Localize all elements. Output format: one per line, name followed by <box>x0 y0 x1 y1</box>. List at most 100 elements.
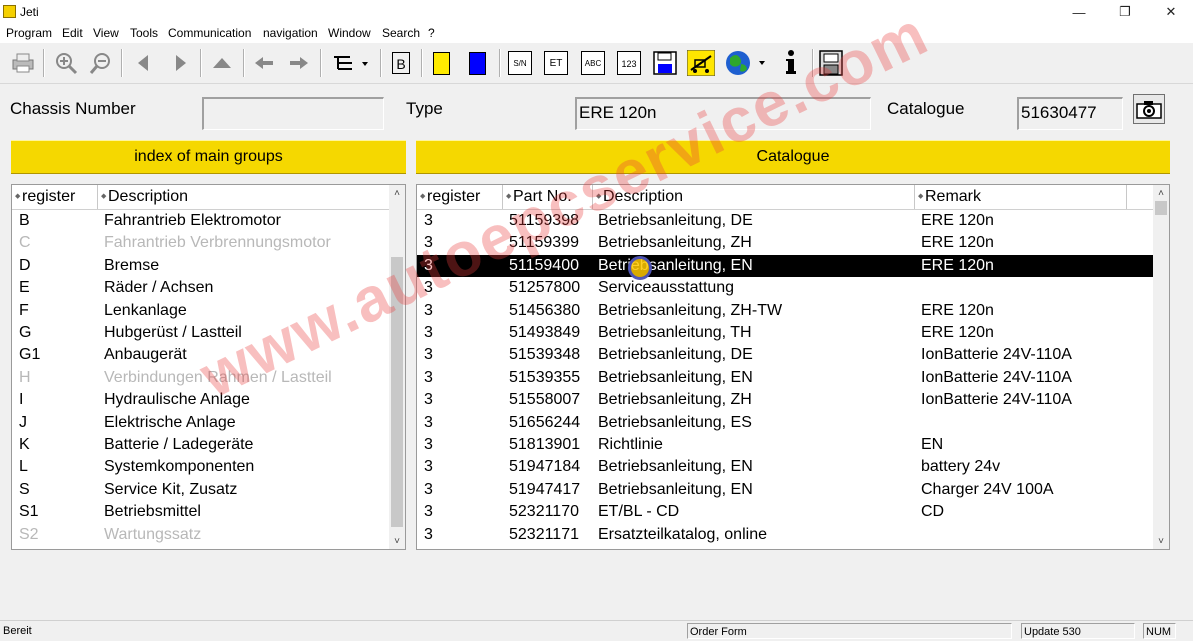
row-register: H <box>19 368 31 386</box>
catalogue-row[interactable]: 3 51159399 Betriebsanleitung, ZH ERE 120n <box>417 232 1153 254</box>
chassis-number-field[interactable] <box>202 97 384 130</box>
catalogue-row[interactable]: 3 51558007 Betriebsanleitung, ZH IonBatteri… <box>417 389 1153 411</box>
status-text: Bereit <box>3 625 32 637</box>
row-register: 3 <box>424 391 433 409</box>
column-header-description[interactable]: Description <box>593 185 915 209</box>
app-icon <box>3 5 16 18</box>
camera-button[interactable] <box>1133 94 1165 124</box>
up-button[interactable] <box>207 48 237 78</box>
catalogue-row[interactable]: 3 51159400 Betriebsanleitung, EN ERE 120n <box>417 254 1153 278</box>
row-register: L <box>19 458 28 476</box>
minimize-button[interactable]: — <box>1056 0 1102 24</box>
catalogue-row[interactable]: 3 51159398 Betriebsanleitung, DE ERE 120n <box>417 210 1153 232</box>
forward-button[interactable] <box>284 48 314 78</box>
catalogue-row[interactable]: 3 51947184 Betriebsanleitung, EN battery 24… <box>417 456 1153 478</box>
catalogue-row[interactable]: 3 51947417 Betriebsanleitung, EN Charger 24… <box>417 479 1153 501</box>
inspect-button[interactable] <box>686 48 716 78</box>
menu-communication[interactable]: Communication <box>168 26 251 40</box>
exit-button[interactable] <box>816 48 846 78</box>
scrollbar-thumb[interactable] <box>391 257 403 527</box>
window-title: Jeti <box>20 5 39 19</box>
chassis-number-label: Chassis Number <box>10 99 136 118</box>
catalogue-row[interactable]: 3 51456380 Betriebsanleitung, ZH-TW ERE 120… <box>417 300 1153 322</box>
scroll-up-icon[interactable]: ˄ <box>389 185 405 201</box>
scroll-up-icon[interactable]: ˄ <box>1153 185 1169 201</box>
row-register: 3 <box>424 324 433 341</box>
row-part-no: 51456380 <box>509 301 581 319</box>
status-num: NUM <box>1143 623 1176 639</box>
main-group-row[interactable]: E Räder / Achsen <box>12 277 389 299</box>
main-groups-list[interactable]: register Description B Fahrantrieb Elektr… <box>11 184 406 550</box>
globe-icon <box>726 51 765 75</box>
previous-button[interactable] <box>128 48 158 78</box>
menu-view[interactable]: View <box>93 26 119 40</box>
main-group-row[interactable]: I Hydraulische Anlage <box>12 389 389 411</box>
scroll-down-icon[interactable]: ˅ <box>1153 533 1169 549</box>
catalogue-field[interactable]: 51630477 <box>1017 97 1123 130</box>
catalogue-row[interactable]: 3 51257800 Serviceausstattung <box>417 277 1153 299</box>
column-header-remark[interactable]: Remark <box>915 185 1127 209</box>
camera-icon <box>1136 101 1162 119</box>
menu-navigation[interactable]: navigation <box>263 26 318 40</box>
row-description: Betriebsanleitung, DE <box>598 212 753 229</box>
row-remark: IonBatterie 24V-110A <box>921 391 1072 409</box>
main-group-row[interactable]: B Fahrantrieb Elektromotor <box>12 210 389 232</box>
save-button[interactable] <box>650 48 680 78</box>
row-description: Betriebsanleitung, EN <box>598 368 753 386</box>
blue-square-icon <box>468 51 486 75</box>
catalogue-row[interactable]: 3 51539348 Betriebsanleitung, DE IonBatteri… <box>417 344 1153 366</box>
menu-tools[interactable]: Tools <box>130 26 158 40</box>
blue-marker-button[interactable] <box>462 48 492 78</box>
abc-search-button[interactable]: ABC <box>578 48 608 78</box>
type-field[interactable]: ERE 120n <box>575 97 871 130</box>
close-button[interactable]: ✕ <box>1148 0 1193 24</box>
catalogue-row[interactable]: 3 52321171 Ersatzteilkatalog, online <box>417 524 1153 546</box>
main-group-row[interactable]: J Elektrische Anlage <box>12 412 389 434</box>
main-groups-scrollbar[interactable]: ˄ ˅ <box>389 185 405 549</box>
main-group-row[interactable]: G1 Anbaugerät <box>12 344 389 366</box>
zoom-in-button[interactable] <box>51 48 81 78</box>
et-icon: ET <box>544 51 568 75</box>
menu-program[interactable]: Program <box>6 26 52 40</box>
column-header-part-no[interactable]: Part No. <box>503 185 593 209</box>
back-button[interactable] <box>249 48 279 78</box>
tree-view-dropdown[interactable] <box>326 48 374 78</box>
floppy-icon <box>653 51 677 75</box>
main-group-row[interactable]: F Lenkanlage <box>12 300 389 322</box>
menu-edit[interactable]: Edit <box>62 26 83 40</box>
main-group-row[interactable]: D Bremse <box>12 255 389 277</box>
row-part-no: 51539348 <box>509 346 581 364</box>
scrollbar-thumb[interactable] <box>1155 201 1167 215</box>
info-button[interactable] <box>776 48 806 78</box>
print-button[interactable] <box>8 48 38 78</box>
catalogue-scrollbar[interactable]: ˄ ˅ <box>1153 185 1169 549</box>
menu-search[interactable]: Search <box>382 26 420 40</box>
zoom-out-button[interactable] <box>86 48 116 78</box>
globe-dropdown[interactable] <box>722 48 770 78</box>
column-header-description[interactable]: Description <box>98 185 390 209</box>
catalogue-row[interactable]: 3 51539355 Betriebsanleitung, EN IonBatteri… <box>417 367 1153 389</box>
et-button[interactable]: ET <box>541 48 571 78</box>
main-group-row[interactable]: L Systemkomponenten <box>12 456 389 478</box>
catalogue-list[interactable]: register Part No. Description Remark 3 51… <box>416 184 1170 550</box>
catalogue-row[interactable]: 3 51656244 Betriebsanleitung, ES <box>417 412 1153 434</box>
menu-window[interactable]: Window <box>328 26 371 40</box>
number-search-button[interactable]: 123 <box>614 48 644 78</box>
maximize-button[interactable]: ❐ <box>1102 0 1148 24</box>
catalogue-row[interactable]: 3 51493849 Betriebsanleitung, TH ERE 120n <box>417 322 1153 344</box>
main-group-row[interactable]: S1 Betriebsmittel <box>12 501 389 523</box>
catalogue-row[interactable]: 3 51813901 Richtlinie EN <box>417 434 1153 456</box>
serial-number-button[interactable]: S/N <box>505 48 535 78</box>
scroll-down-icon[interactable]: ˅ <box>389 533 405 549</box>
main-group-row[interactable]: G Hubgerüst / Lastteil <box>12 322 389 344</box>
yellow-marker-button[interactable] <box>426 48 456 78</box>
column-header-register[interactable]: register <box>417 185 503 209</box>
main-group-row[interactable]: S Service Kit, Zusatz <box>12 479 389 501</box>
catalogue-row[interactable]: 3 52321170 ET/BL - CD CD <box>417 501 1153 523</box>
column-header-register[interactable]: register <box>12 185 98 209</box>
next-button[interactable] <box>166 48 196 78</box>
menu-help[interactable]: ? <box>428 26 435 40</box>
main-group-row[interactable]: K Batterie / Ladegeräte <box>12 434 389 456</box>
book-button[interactable]: B <box>386 48 416 78</box>
catalogue-header: Catalogue <box>416 140 1170 174</box>
